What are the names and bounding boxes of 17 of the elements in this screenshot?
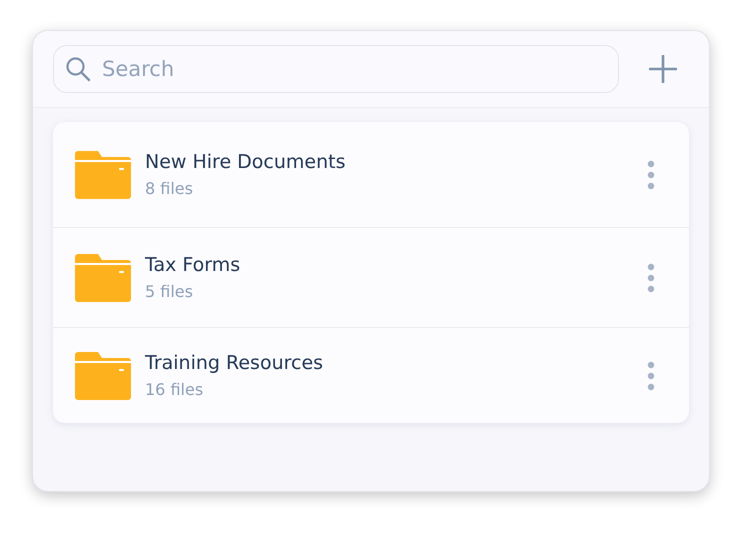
file-count: 5 files: [145, 282, 194, 301]
folder-name: Tax Forms: [145, 254, 242, 276]
folder-row[interactable]: Tax Forms 5 files: [53, 227, 689, 327]
file-count: 16 files: [145, 380, 204, 399]
more-icon: [647, 160, 655, 190]
folder-row[interactable]: New Hire Documents 8 files: [53, 122, 689, 227]
folder-icon: [75, 352, 131, 400]
more-icon: [647, 360, 655, 390]
folder-icon: [75, 150, 131, 198]
search-field[interactable]: Search: [53, 45, 619, 93]
folder-name: Training Resources: [145, 352, 324, 374]
plus-icon: [649, 55, 677, 83]
folder-row[interactable]: Training Resources 16 files: [53, 327, 689, 423]
more-icon: [647, 262, 655, 292]
folder-icon: [75, 254, 131, 302]
folder-name: New Hire Documents: [145, 151, 347, 173]
file-count: 8 files: [145, 179, 194, 198]
